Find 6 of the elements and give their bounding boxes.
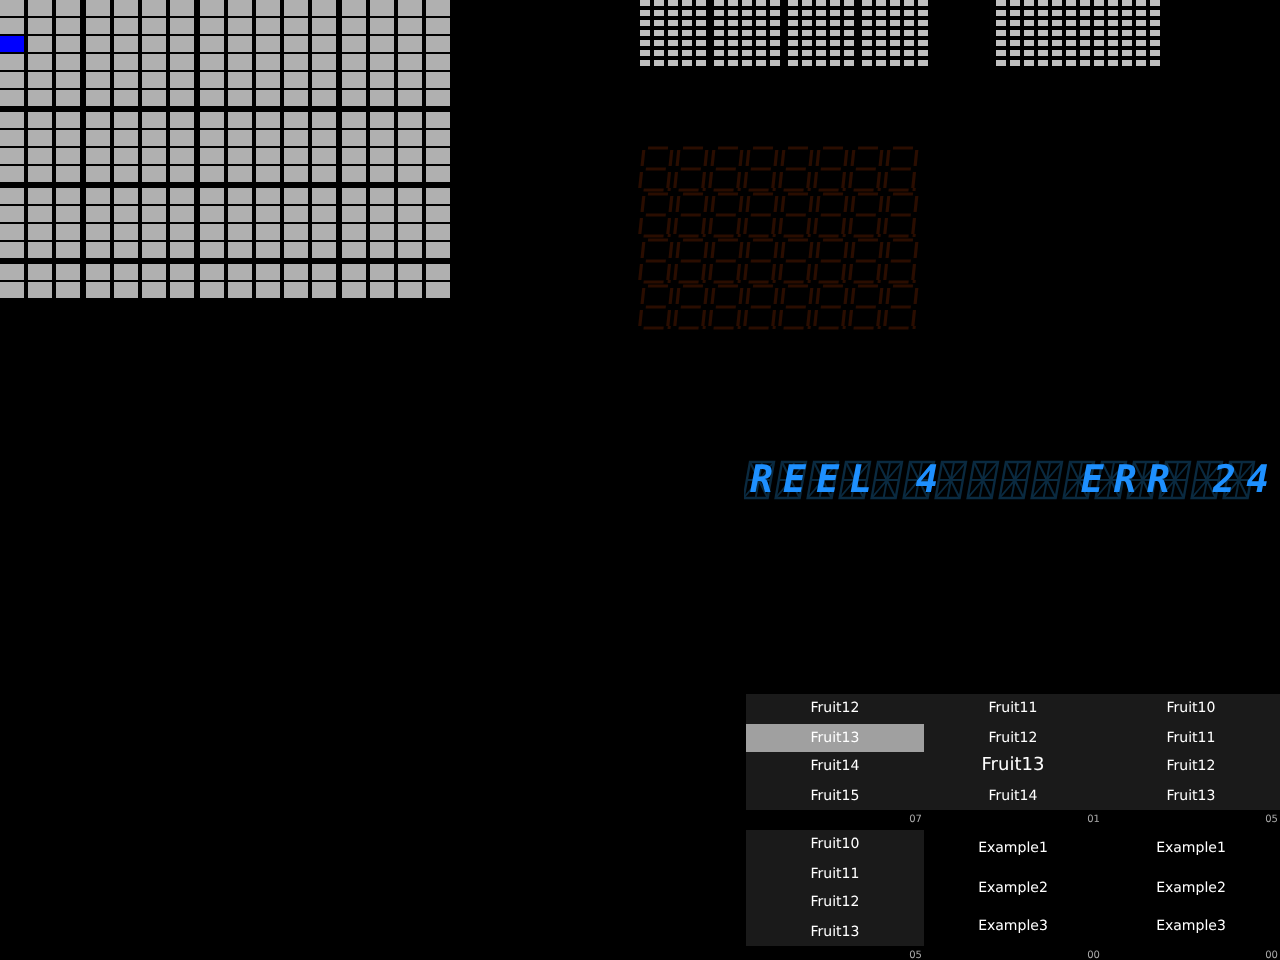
vfd-display: REEL 4 ERR 24 (744, 458, 1268, 502)
dot-matrix-display (862, 0, 928, 66)
dot-matrix-display (714, 0, 780, 66)
dot-matrix-display (640, 0, 706, 66)
reel-symbol: Fruit13 (979, 753, 1047, 779)
dot-matrix-display (788, 0, 854, 66)
